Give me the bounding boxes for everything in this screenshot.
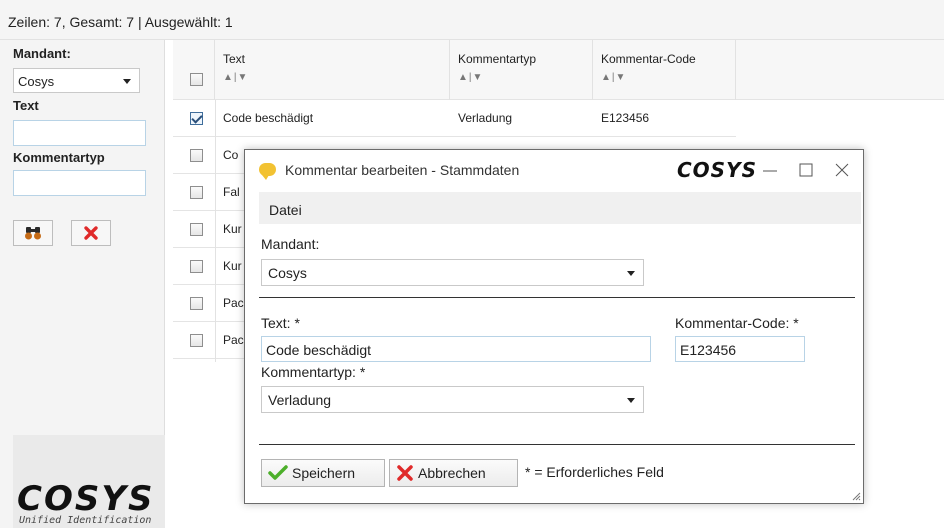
column-text-label: Text [223, 52, 246, 66]
cell-text: Kur [223, 259, 242, 273]
filter-pane: Mandant: Cosys Text Kommentartyp COSYS U… [0, 40, 165, 528]
row-checkbox[interactable] [190, 112, 203, 125]
filter-mandant-select[interactable]: Cosys [13, 68, 140, 93]
binoculars-icon [25, 227, 41, 240]
cell-text: Code beschädigt [223, 111, 314, 125]
menu-datei[interactable]: Datei [269, 202, 302, 218]
filter-text-label: Text [13, 98, 39, 113]
filter-kommentartyp-input[interactable] [13, 170, 146, 196]
text-field-value: Code beschädigt [266, 342, 372, 358]
red-x-icon [397, 465, 413, 481]
sort-icon[interactable]: ▲|▼ [223, 72, 248, 83]
sort-icon[interactable]: ▲|▼ [458, 72, 483, 83]
kommentartyp-value: Verladung [268, 392, 332, 408]
kommentartyp-select[interactable]: Verladung [261, 386, 644, 413]
dialog-title-bar[interactable]: Kommentar bearbeiten - Stammdaten COSYS [245, 150, 863, 188]
clear-filter-button[interactable] [71, 220, 111, 246]
column-divider [215, 100, 216, 362]
filter-mandant-value: Cosys [18, 74, 55, 89]
chevron-down-icon [627, 398, 635, 403]
company-logo: COSYS Unified Identification [13, 435, 165, 528]
required-note: * = Erforderliches Feld [525, 464, 664, 480]
mandant-label: Mandant: [261, 236, 320, 252]
row-checkbox[interactable] [190, 260, 203, 273]
checkmark-icon [268, 465, 288, 480]
logo-subtext: Unified Identification [19, 515, 152, 526]
divider [259, 444, 855, 445]
chevron-down-icon [627, 271, 635, 276]
sort-icon[interactable]: ▲|▼ [601, 72, 626, 83]
edit-comment-dialog: Kommentar bearbeiten - Stammdaten COSYS … [244, 149, 864, 504]
search-button[interactable] [13, 220, 53, 246]
kommentar-code-field[interactable]: E123456 [675, 336, 805, 362]
table-row[interactable]: Code beschädigt Verladung E123456 [173, 100, 736, 137]
grid-header: Text ▲|▼ Kommentartyp ▲|▼ Kommentar-Code… [173, 40, 944, 100]
text-label: Text: * [261, 315, 300, 331]
menu-bar: Datei [259, 192, 861, 224]
cancel-button[interactable]: Abbrechen [389, 459, 518, 487]
app-window: Zeilen: 7, Gesamt: 7 | Ausgewählt: 1 Man… [0, 0, 944, 528]
kommentartyp-label: Kommentartyp: * [261, 364, 366, 380]
mandant-value: Cosys [268, 265, 307, 281]
status-bar: Zeilen: 7, Gesamt: 7 | Ausgewählt: 1 [0, 0, 944, 40]
chat-bubble-icon [259, 163, 276, 180]
filter-kommentartyp-label: Kommentartyp [13, 150, 105, 165]
column-kommentar-code-label: Kommentar-Code [601, 52, 696, 66]
cell-kommentar-code: E123456 [601, 111, 650, 125]
column-kommentar-code[interactable]: Kommentar-Code ▲|▼ [593, 40, 736, 100]
row-checkbox[interactable] [190, 186, 203, 199]
filter-text-input[interactable] [13, 120, 146, 146]
kommentar-code-value: E123456 [680, 342, 737, 358]
row-checkbox[interactable] [190, 149, 203, 162]
mandant-select[interactable]: Cosys [261, 259, 644, 286]
cell-text: Pac [223, 333, 244, 347]
row-checkbox[interactable] [190, 297, 203, 310]
row-checkbox[interactable] [190, 223, 203, 236]
chevron-down-icon [123, 79, 131, 84]
resize-grip-icon[interactable] [851, 491, 861, 501]
red-x-icon [84, 226, 98, 240]
cell-text: Pac [223, 296, 244, 310]
divider [259, 297, 855, 298]
select-all-checkbox[interactable] [190, 73, 203, 86]
column-kommentartyp-label: Kommentartyp [458, 52, 537, 66]
cancel-button-label: Abbrechen [418, 465, 486, 481]
text-field[interactable]: Code beschädigt [261, 336, 651, 362]
maximize-icon[interactable] [796, 160, 816, 180]
cell-text: Kur [223, 222, 242, 236]
row-checkbox[interactable] [190, 334, 203, 347]
save-button-label: Speichern [292, 465, 356, 481]
select-all-column [173, 40, 215, 100]
column-kommentartyp[interactable]: Kommentartyp ▲|▼ [450, 40, 593, 100]
status-text: Zeilen: 7, Gesamt: 7 | Ausgewählt: 1 [8, 14, 233, 30]
cell-text: Fal [223, 185, 240, 199]
cell-text: Co [223, 148, 239, 162]
minimize-icon[interactable] [760, 160, 780, 180]
close-icon[interactable] [832, 160, 852, 180]
save-button[interactable]: Speichern [261, 459, 385, 487]
brand-logo: COSYS [677, 158, 757, 182]
kommentar-code-label: Kommentar-Code: * [675, 315, 799, 331]
dialog-title: Kommentar bearbeiten - Stammdaten [285, 162, 520, 178]
column-text[interactable]: Text ▲|▼ [215, 40, 450, 100]
logo-text: COSYS [17, 479, 155, 519]
filter-mandant-label: Mandant: [13, 46, 71, 61]
cell-kommentartyp: Verladung [458, 111, 513, 125]
